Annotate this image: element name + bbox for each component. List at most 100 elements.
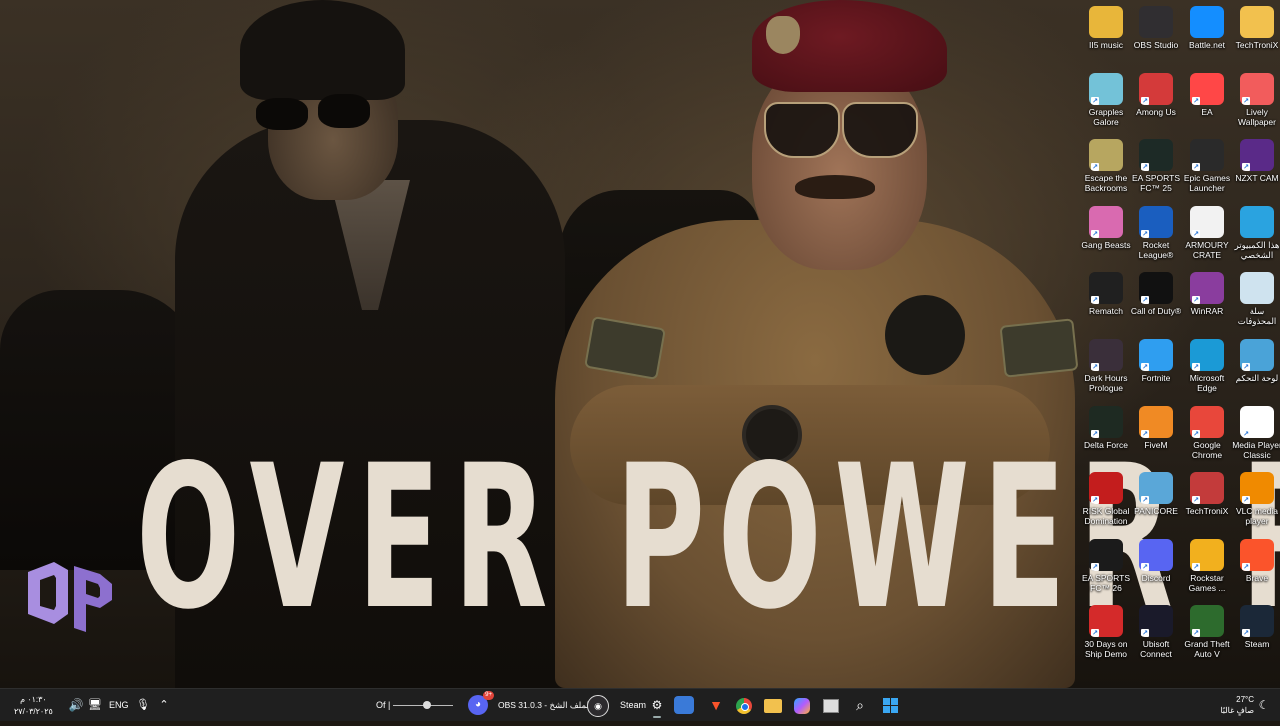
taskbar-search-icon[interactable]: ⌕ [848, 693, 872, 717]
desktop-icon[interactable]: ↗ Delta Force [1080, 400, 1132, 466]
desktop-icon[interactable]: سلة المحذوفات [1231, 266, 1280, 332]
desktop-icon[interactable]: ↗ Grapples Galore [1080, 67, 1132, 133]
desktop-icon-label: Delta Force [1084, 440, 1128, 450]
desktop-icon[interactable]: ↗ TechTroniX [1181, 466, 1233, 532]
desktop-icon-label: OBS Studio [1133, 40, 1179, 50]
desktop-icon[interactable]: TechTroniX [1231, 0, 1280, 66]
lively-icon: ↗ [1240, 73, 1274, 105]
desktop-icon[interactable]: ↗ Dark Hours Prologue [1080, 333, 1132, 399]
desktop-icon[interactable]: ↗ Rockstar Games ... [1181, 533, 1233, 599]
desktop-icon[interactable]: ↗ Discord [1130, 533, 1182, 599]
media-label: Of | [376, 700, 391, 710]
shortcut-arrow-icon: ↗ [1091, 563, 1099, 571]
start-button-windows-icon[interactable] [878, 693, 902, 717]
taskbar-copilot-icon[interactable] [790, 693, 814, 717]
cod-icon: ↗ [1139, 272, 1173, 304]
desktop-icon[interactable]: ↗ Among Us [1130, 67, 1182, 133]
taskbar-photos-icon[interactable] [674, 696, 694, 714]
taskbar-steam-icon[interactable]: ⚙ [645, 693, 669, 718]
rocket-league-icon: ↗ [1139, 206, 1173, 238]
desktop-icon[interactable]: ↗ Fortnite [1130, 333, 1182, 399]
wallpaper-glasses [256, 98, 308, 130]
desktop-icon[interactable]: ↗ Epic Games Launcher [1181, 133, 1233, 199]
wallpaper-beret-badge [766, 16, 800, 54]
desktop-icon[interactable]: ↗ Rocket League® [1130, 200, 1182, 266]
desktop-icon[interactable]: ↗ NZXT CAM [1231, 133, 1280, 199]
desktop-icon[interactable]: ↗ PANICORE [1130, 466, 1182, 532]
panicore-icon: ↗ [1139, 472, 1173, 504]
desktop-icon-grid: II5 music OBS Studio Battle.net TechTroniX ↗… [1078, 0, 1280, 688]
desktop-icon[interactable]: ↗ Media Player Classic [1231, 400, 1280, 466]
desktop-icon-label: ARMOURY CRATE [1185, 240, 1229, 260]
shortcut-arrow-icon: ↗ [1091, 496, 1099, 504]
taskbar-steam-label[interactable]: Steam [620, 689, 646, 721]
taskbar-clock[interactable]: ٠١:٣٠ م ٢٧/٠٣/٢٠٢٥ [14, 688, 53, 726]
taskbar-obs-label[interactable]: OBS 31.0.3 - الملف الشخ [498, 689, 591, 721]
gta-icon: ↗ [1190, 605, 1224, 637]
shortcut-arrow-icon: ↗ [1192, 563, 1200, 571]
show-hidden-icons-chevron-icon[interactable]: ⌃ [152, 693, 176, 717]
shortcut-arrow-icon: ↗ [1091, 430, 1099, 438]
30days-icon: ↗ [1089, 605, 1123, 637]
desktop-icon-label: سلة المحذوفات [1237, 306, 1277, 326]
fc25-icon: ↗ [1139, 139, 1173, 171]
taskbar-brave-icon[interactable]: ▼ [704, 693, 728, 717]
desktop-icon[interactable]: ↗ لوحة التحكم [1231, 333, 1280, 399]
desktop-icon[interactable]: ↗ 30 Days on Ship Demo [1080, 599, 1132, 665]
network-icon[interactable]: 🖥 [83, 693, 107, 717]
desktop-icon[interactable]: ↗ RISK Global Domination [1080, 466, 1132, 532]
desktop-icon[interactable]: ↗ Grand Theft Auto V [1181, 599, 1233, 665]
desktop-icon[interactable]: Battle.net [1181, 0, 1233, 66]
desktop-icon[interactable]: ↗ Lively Wallpaper [1231, 67, 1280, 133]
language-indicator[interactable]: ENG [109, 689, 129, 721]
shortcut-arrow-icon: ↗ [1141, 296, 1149, 304]
desktop-icon[interactable]: ↗ VLC media player [1231, 466, 1280, 532]
desktop-icon[interactable]: ↗ EA SPORTS FC™ 25 [1130, 133, 1182, 199]
brave-icon: ↗ [1240, 539, 1274, 571]
fortnite-icon: ↗ [1139, 339, 1173, 371]
desktop-icon-label: Discord [1141, 573, 1171, 583]
media-widget[interactable]: Of | [376, 689, 466, 721]
desktop-icon[interactable]: ↗ WinRAR [1181, 266, 1233, 332]
desktop-icon-label: RISK Global Domination [1082, 506, 1130, 526]
taskbar-chrome-icon[interactable] [732, 693, 756, 717]
mpc-icon: ↗ [1240, 406, 1274, 438]
desktop-icon[interactable]: ↗ ARMOURY CRATE [1181, 200, 1233, 266]
desktop-icon-label: Grand Theft Auto V [1184, 639, 1230, 659]
winrar-icon: ↗ [1190, 272, 1224, 304]
desktop-icon[interactable]: ↗ Call of Duty® [1130, 266, 1182, 332]
taskbar-discord-icon[interactable]: ◕ 9+ [468, 691, 494, 715]
desktop-icon[interactable]: هذا الكمبيوتر الشخصي [1231, 200, 1280, 266]
desktop-icon[interactable]: ↗ Microsoft Edge [1181, 333, 1233, 399]
taskbar-task-view-icon[interactable] [819, 693, 843, 717]
taskbar-file-explorer-icon[interactable] [761, 693, 785, 717]
desktop-icon-label: لوحة التحكم [1235, 373, 1279, 383]
ubisoft-icon: ↗ [1139, 605, 1173, 637]
desktop-icon-label: Epic Games Launcher [1183, 173, 1231, 193]
desktop-icon[interactable]: II5 music [1080, 0, 1132, 66]
desktop-icon[interactable]: ↗ Google Chrome [1181, 400, 1233, 466]
wallpaper-aviator-glasses [842, 102, 918, 158]
desktop-icon[interactable]: OBS Studio [1130, 0, 1182, 66]
among-us-icon: ↗ [1139, 73, 1173, 105]
weather-widget[interactable]: 27°C صافٍ غالبًا [1208, 689, 1254, 726]
desktop-icon[interactable]: ↗ Ubisoft Connect [1130, 599, 1182, 665]
desktop-icon[interactable]: ↗ Brave [1231, 533, 1280, 599]
shortcut-arrow-icon: ↗ [1141, 163, 1149, 171]
desktop-icon[interactable]: ↗ FiveM [1130, 400, 1182, 466]
gang-beasts-icon: ↗ [1089, 206, 1123, 238]
desktop-icon[interactable]: ↗ EA [1181, 67, 1233, 133]
weather-text: صافٍ غالبًا [1220, 706, 1254, 715]
weather-temp: 27°C [1236, 695, 1254, 704]
desktop-icon[interactable]: ↗ Steam [1231, 599, 1280, 665]
desktop-icon[interactable]: ↗ Rematch [1080, 266, 1132, 332]
shortcut-arrow-icon: ↗ [1091, 363, 1099, 371]
taskbar-obs-icon[interactable]: ◉ [587, 695, 609, 717]
desktop-icon[interactable]: ↗ Escape the Backrooms [1080, 133, 1132, 199]
shortcut-arrow-icon: ↗ [1091, 230, 1099, 238]
steam-icon: ↗ [1240, 605, 1274, 637]
desktop-icon[interactable]: ↗ EA SPORTS FC™ 26 [1080, 533, 1132, 599]
desktop-icon-label: Among Us [1136, 107, 1176, 117]
desktop-icon-label: Rocket League® [1138, 240, 1174, 260]
desktop-icon[interactable]: ↗ Gang Beasts [1080, 200, 1132, 266]
